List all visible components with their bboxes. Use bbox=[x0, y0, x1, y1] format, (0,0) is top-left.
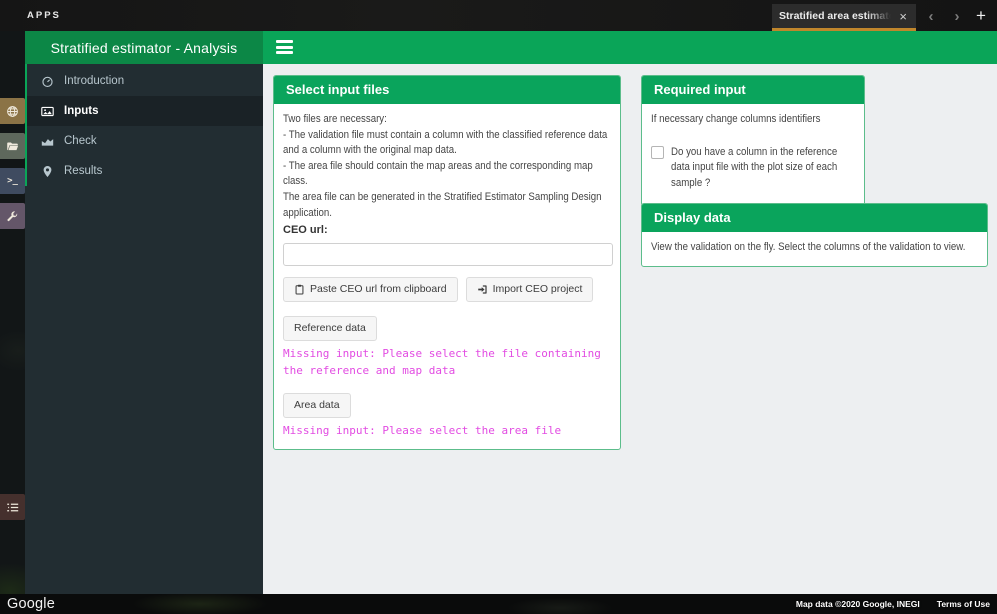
import-ceo-project-label: Import CEO project bbox=[493, 283, 583, 295]
description-line: Two files are necessary: bbox=[283, 112, 611, 128]
sidebar-item-label: Inputs bbox=[64, 105, 99, 117]
area-chart-icon bbox=[40, 134, 55, 149]
plot-size-checkbox-label: Do you have a column in the reference da… bbox=[671, 145, 855, 192]
apps-section-label: APPS bbox=[27, 10, 61, 21]
globe-icon[interactable] bbox=[0, 98, 25, 124]
wrench-icon[interactable] bbox=[0, 203, 25, 229]
terms-of-use-link[interactable]: Terms of Use bbox=[937, 599, 990, 609]
sidebar-item-label: Results bbox=[64, 165, 102, 177]
sidebar-item-inputs[interactable]: Inputs bbox=[25, 96, 263, 126]
import-ceo-project-button[interactable]: Import CEO project bbox=[466, 277, 594, 302]
ceo-url-input[interactable] bbox=[283, 243, 613, 266]
description-line: The area file can be generated in the St… bbox=[283, 190, 611, 221]
description-line: - The area file should contain the map a… bbox=[283, 159, 611, 190]
map-marker-icon bbox=[40, 164, 55, 179]
required-input-panel: Required input If necessary change colum… bbox=[641, 75, 865, 206]
map-data-attribution: Map data ©2020 Google, INEGI bbox=[796, 599, 920, 609]
paste-ceo-url-button[interactable]: Paste CEO url from clipboard bbox=[283, 277, 458, 302]
area-data-label: Area data bbox=[294, 399, 340, 411]
main-content: Select input files Two files are necessa… bbox=[263, 64, 997, 594]
tab-forward-icon[interactable]: › bbox=[946, 5, 968, 27]
app-header-band: Stratified estimator - Analysis bbox=[25, 31, 997, 64]
folder-icon[interactable] bbox=[0, 133, 25, 159]
top-navigation-bar: APPS Stratified area estimator - An × ‹ … bbox=[0, 0, 997, 31]
app-tab[interactable]: Stratified area estimator - An × bbox=[772, 4, 916, 31]
app-window: APPS Stratified area estimator - An × ‹ … bbox=[0, 0, 997, 614]
sepal-left-rail: >_ bbox=[0, 31, 25, 614]
reference-data-button[interactable]: Reference data bbox=[283, 316, 377, 341]
app-tab-title: Stratified area estimator - An bbox=[779, 10, 891, 22]
required-input-description: If necessary change columns identifiers bbox=[651, 112, 855, 128]
tab-back-icon[interactable]: ‹ bbox=[920, 5, 942, 27]
panel-title: Select input files bbox=[274, 76, 620, 104]
plot-size-checkbox[interactable] bbox=[651, 146, 664, 159]
map-attribution-bar: Google Map data ©2020 Google, INEGI Term… bbox=[0, 594, 997, 614]
close-tab-icon[interactable]: × bbox=[897, 10, 909, 23]
sidebar-item-check[interactable]: Check bbox=[25, 126, 263, 156]
panel-title: Required input bbox=[642, 76, 864, 104]
panel-description: Two files are necessary: - The validatio… bbox=[283, 112, 611, 221]
ceo-url-label: CEO url: bbox=[283, 223, 611, 239]
active-section-indicator bbox=[25, 64, 27, 186]
display-data-description: View the validation on the fly. Select t… bbox=[651, 240, 978, 256]
sidebar-toggle-hamburger-icon[interactable] bbox=[276, 40, 293, 54]
google-logo: Google bbox=[7, 596, 55, 612]
area-data-button[interactable]: Area data bbox=[283, 393, 351, 418]
reference-data-label: Reference data bbox=[294, 322, 366, 334]
area-data-error: Missing input: Please select the area fi… bbox=[283, 422, 613, 439]
new-tab-icon[interactable]: + bbox=[970, 5, 992, 27]
paste-ceo-url-label: Paste CEO url from clipboard bbox=[310, 283, 447, 295]
dashboard-icon bbox=[40, 74, 55, 89]
terminal-icon[interactable]: >_ bbox=[0, 168, 25, 194]
import-icon bbox=[477, 284, 488, 295]
sidebar-menu: Introduction Inputs Chec bbox=[25, 64, 263, 186]
display-data-panel: Display data View the validation on the … bbox=[641, 203, 988, 267]
tasks-icon[interactable] bbox=[0, 494, 25, 520]
app-title-header: Stratified estimator - Analysis bbox=[25, 31, 263, 64]
sidebar-item-label: Check bbox=[64, 135, 97, 147]
clipboard-icon bbox=[294, 284, 305, 295]
description-line: - The validation file must contain a col… bbox=[283, 128, 611, 159]
app-sidebar: Introduction Inputs Chec bbox=[25, 64, 263, 594]
sidebar-item-results[interactable]: Results bbox=[25, 156, 263, 186]
reference-data-error: Missing input: Please select the file co… bbox=[283, 345, 613, 379]
app-title: Stratified estimator - Analysis bbox=[51, 40, 238, 56]
image-icon bbox=[40, 104, 55, 119]
select-input-files-panel: Select input files Two files are necessa… bbox=[273, 75, 621, 450]
sidebar-item-introduction[interactable]: Introduction bbox=[25, 66, 263, 96]
sidebar-item-label: Introduction bbox=[64, 75, 124, 87]
panel-title: Display data bbox=[642, 204, 987, 232]
